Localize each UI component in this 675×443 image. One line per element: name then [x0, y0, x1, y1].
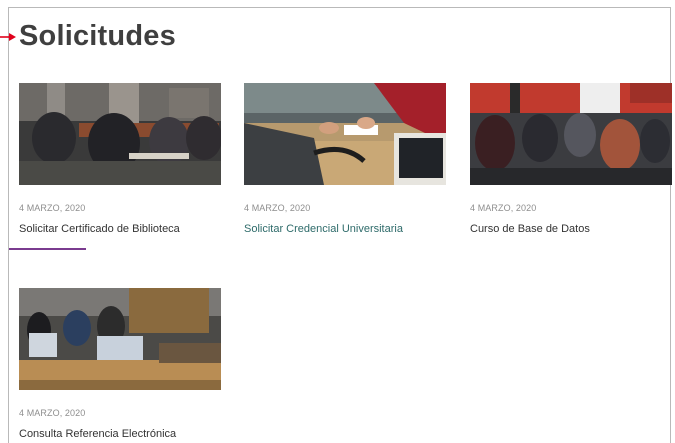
card-link-credencial[interactable]: Solicitar Credencial Universitaria: [244, 223, 403, 235]
students-at-library-tables-photo[interactable]: [19, 83, 221, 185]
post-date: 4 MARZO, 2020: [244, 203, 311, 213]
computer-lab-students-photo[interactable]: [470, 83, 672, 185]
annotation-line: [9, 248, 86, 250]
post-date: 4 MARZO, 2020: [19, 408, 86, 418]
list-item: 4 MARZO, 2020 Solicitar Credencial Unive…: [244, 83, 446, 243]
page-title: Solicitudes: [19, 20, 176, 52]
arrow-right-icon: [0, 32, 16, 42]
list-item: 4 MARZO, 2020 Solicitar Certificado de B…: [19, 83, 221, 243]
post-date: 4 MARZO, 2020: [470, 203, 537, 213]
list-item: 4 MARZO, 2020 Consulta Referencia Electr…: [19, 288, 221, 443]
computer-room-users-photo[interactable]: [19, 288, 221, 390]
list-item: 4 MARZO, 2020 Curso de Base de Datos: [470, 83, 672, 243]
card-link-certificado[interactable]: Solicitar Certificado de Biblioteca: [19, 223, 180, 235]
card-link-curso[interactable]: Curso de Base de Datos: [470, 223, 590, 235]
post-date: 4 MARZO, 2020: [19, 203, 86, 213]
card-link-referencia[interactable]: Consulta Referencia Electrónica: [19, 428, 176, 440]
card-handover-at-desk-photo[interactable]: [244, 83, 446, 185]
